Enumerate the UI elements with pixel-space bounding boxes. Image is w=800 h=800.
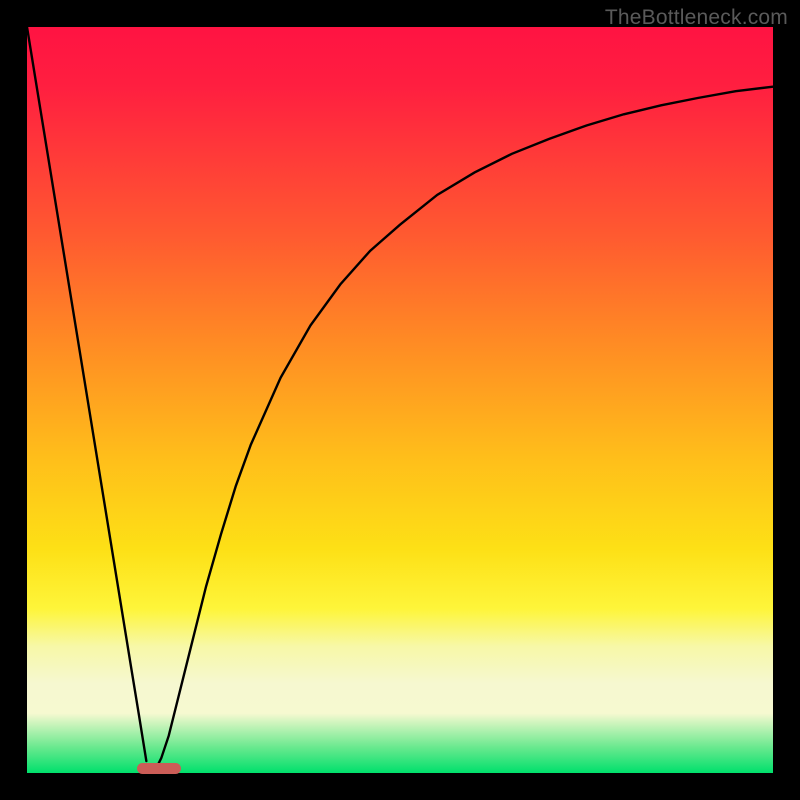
- chart-frame: TheBottleneck.com: [0, 0, 800, 800]
- plot-area: [27, 27, 773, 773]
- chart-lines: [27, 27, 773, 773]
- right-curve: [154, 87, 773, 773]
- bottleneck-marker: [137, 763, 180, 774]
- left-line: [27, 27, 146, 761]
